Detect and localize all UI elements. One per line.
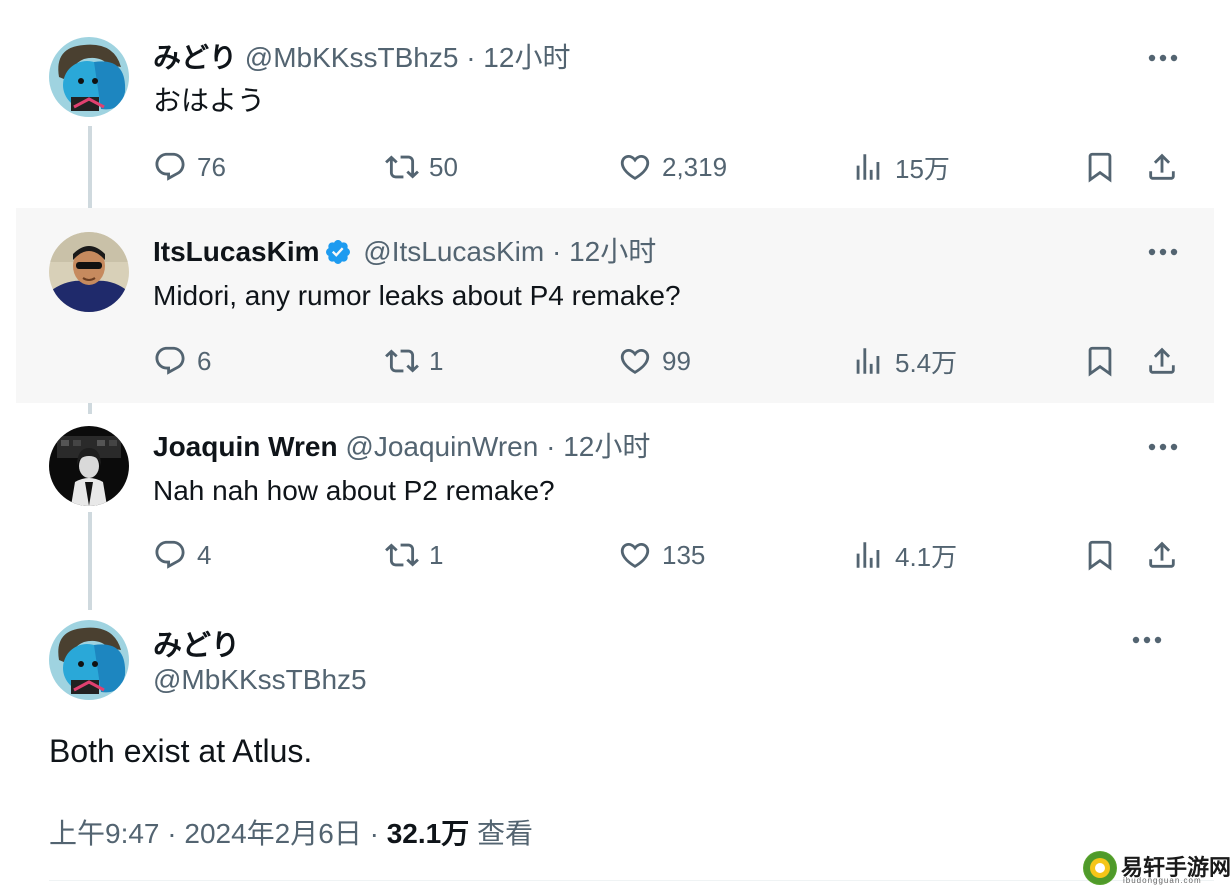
avatar[interactable] — [49, 426, 129, 506]
main-tweet-text: Both exist at Atlus. — [49, 733, 313, 769]
tweet-text: おはよう — [153, 85, 266, 116]
main-handle[interactable]: @MbKKssTBhz5 — [153, 664, 367, 696]
views-button[interactable]: 4.1万 — [851, 535, 957, 575]
tweet-header: ItsLucasKim @ItsLucasKim · 12小时 — [153, 236, 656, 268]
reply-button[interactable]: 76 — [153, 147, 226, 187]
views-icon — [851, 344, 885, 378]
retweet-icon — [385, 344, 419, 378]
reply-button[interactable]: 6 — [153, 341, 211, 381]
view-count: 32.1万 — [386, 818, 470, 849]
retweet-count: 1 — [429, 539, 444, 570]
tweet-header: みどり @MbKKssTBhz5 · 12小时 — [153, 42, 570, 74]
reply-count: 6 — [197, 345, 212, 376]
tweet-3[interactable]: Joaquin Wren @JoaquinWren · 12小时 Nah nah… — [16, 403, 1214, 603]
retweet-icon — [385, 538, 419, 572]
views-count: 5.4万 — [895, 347, 958, 378]
share-icon — [1145, 150, 1179, 184]
display-name[interactable]: ItsLucasKim — [153, 236, 320, 267]
avatar[interactable] — [49, 620, 129, 700]
divider — [49, 880, 1214, 881]
watermark-subtitle: ibudongguan.com — [1123, 876, 1202, 885]
share-button[interactable] — [1145, 147, 1179, 187]
action-bar: 76 50 2,319 15万 — [153, 147, 1193, 187]
bookmark-button[interactable] — [1083, 535, 1117, 575]
watermark: 易轩手游网 ibudongguan.com — [1083, 848, 1232, 887]
display-name[interactable]: みどり — [153, 42, 237, 73]
post-time[interactable]: 上午9:47 — [49, 818, 160, 849]
display-name[interactable]: Joaquin Wren — [153, 431, 338, 462]
tweet-1[interactable]: みどり @MbKKssTBhz5 · 12小时 おはよう 76 50 2,319… — [16, 20, 1214, 208]
bookmark-icon — [1083, 538, 1117, 572]
bookmark-button[interactable] — [1083, 341, 1117, 381]
tweet-meta: 上午9:47 · 2024年2月6日 · 32.1万 查看 — [49, 812, 533, 852]
more-icon[interactable] — [1146, 437, 1180, 457]
reply-count: 4 — [197, 539, 212, 570]
handle[interactable]: @JoaquinWren — [345, 431, 538, 462]
bookmark-icon — [1083, 344, 1117, 378]
views-count: 15万 — [895, 153, 950, 184]
post-date[interactable]: 2024年2月6日 — [184, 818, 361, 849]
bookmark-icon — [1083, 150, 1117, 184]
separator-dot: · — [551, 236, 562, 267]
handle[interactable]: @ItsLucasKim — [363, 236, 544, 267]
retweet-count: 50 — [429, 151, 458, 182]
action-bar: 6 1 99 5.4万 — [153, 341, 1193, 381]
more-icon[interactable] — [1130, 630, 1164, 650]
reply-icon — [153, 150, 187, 184]
avatar[interactable] — [49, 232, 129, 312]
separator-dot: · — [546, 431, 556, 462]
watermark-logo-icon — [1083, 850, 1117, 885]
reply-button[interactable]: 4 — [153, 535, 211, 575]
share-button[interactable] — [1145, 341, 1179, 381]
retweet-count: 1 — [429, 345, 444, 376]
retweet-button[interactable]: 50 — [385, 147, 458, 187]
verified-badge-icon — [325, 240, 350, 264]
timestamp[interactable]: 12小时 — [483, 42, 570, 73]
like-icon — [618, 150, 652, 184]
tweet-text: Nah nah how about P2 remake? — [153, 475, 555, 506]
share-icon — [1145, 344, 1179, 378]
views-icon — [851, 538, 885, 572]
like-button[interactable]: 99 — [618, 341, 691, 381]
like-count: 99 — [662, 345, 691, 376]
like-button[interactable]: 135 — [618, 535, 705, 575]
timestamp[interactable]: 12小时 — [569, 236, 656, 267]
more-icon[interactable] — [1146, 242, 1180, 262]
timestamp[interactable]: 12小时 — [563, 431, 650, 462]
reply-count: 76 — [197, 151, 226, 182]
separator-dot: · — [167, 818, 177, 849]
like-icon — [618, 344, 652, 378]
tweet-header: Joaquin Wren @JoaquinWren · 12小时 — [153, 431, 650, 463]
separator-dot: · — [369, 818, 379, 849]
bookmark-button[interactable] — [1083, 147, 1117, 187]
tweet-2[interactable]: ItsLucasKim @ItsLucasKim · 12小时 Midori, … — [16, 208, 1214, 403]
like-count: 135 — [662, 539, 706, 570]
views-icon — [851, 150, 885, 184]
separator-dot: · — [466, 42, 476, 73]
share-button[interactable] — [1145, 535, 1179, 575]
action-bar: 4 1 135 4.1万 — [153, 535, 1193, 575]
like-count: 2,319 — [662, 151, 728, 182]
avatar[interactable] — [49, 37, 129, 117]
views-button[interactable]: 5.4万 — [851, 341, 957, 381]
like-icon — [618, 538, 652, 572]
more-icon[interactable] — [1146, 48, 1180, 68]
reply-icon — [153, 538, 187, 572]
views-count: 4.1万 — [895, 541, 958, 572]
retweet-button[interactable]: 1 — [385, 535, 443, 575]
handle[interactable]: @MbKKssTBhz5 — [245, 42, 459, 73]
views-label: 查看 — [477, 818, 534, 849]
views-button[interactable]: 15万 — [851, 147, 950, 187]
share-icon — [1145, 538, 1179, 572]
like-button[interactable]: 2,319 — [618, 147, 727, 187]
main-display-name[interactable]: みどり — [153, 622, 240, 664]
tweet-text: Midori, any rumor leaks about P4 remake? — [153, 280, 681, 311]
retweet-button[interactable]: 1 — [385, 341, 443, 381]
reply-icon — [153, 344, 187, 378]
retweet-icon — [385, 150, 419, 184]
